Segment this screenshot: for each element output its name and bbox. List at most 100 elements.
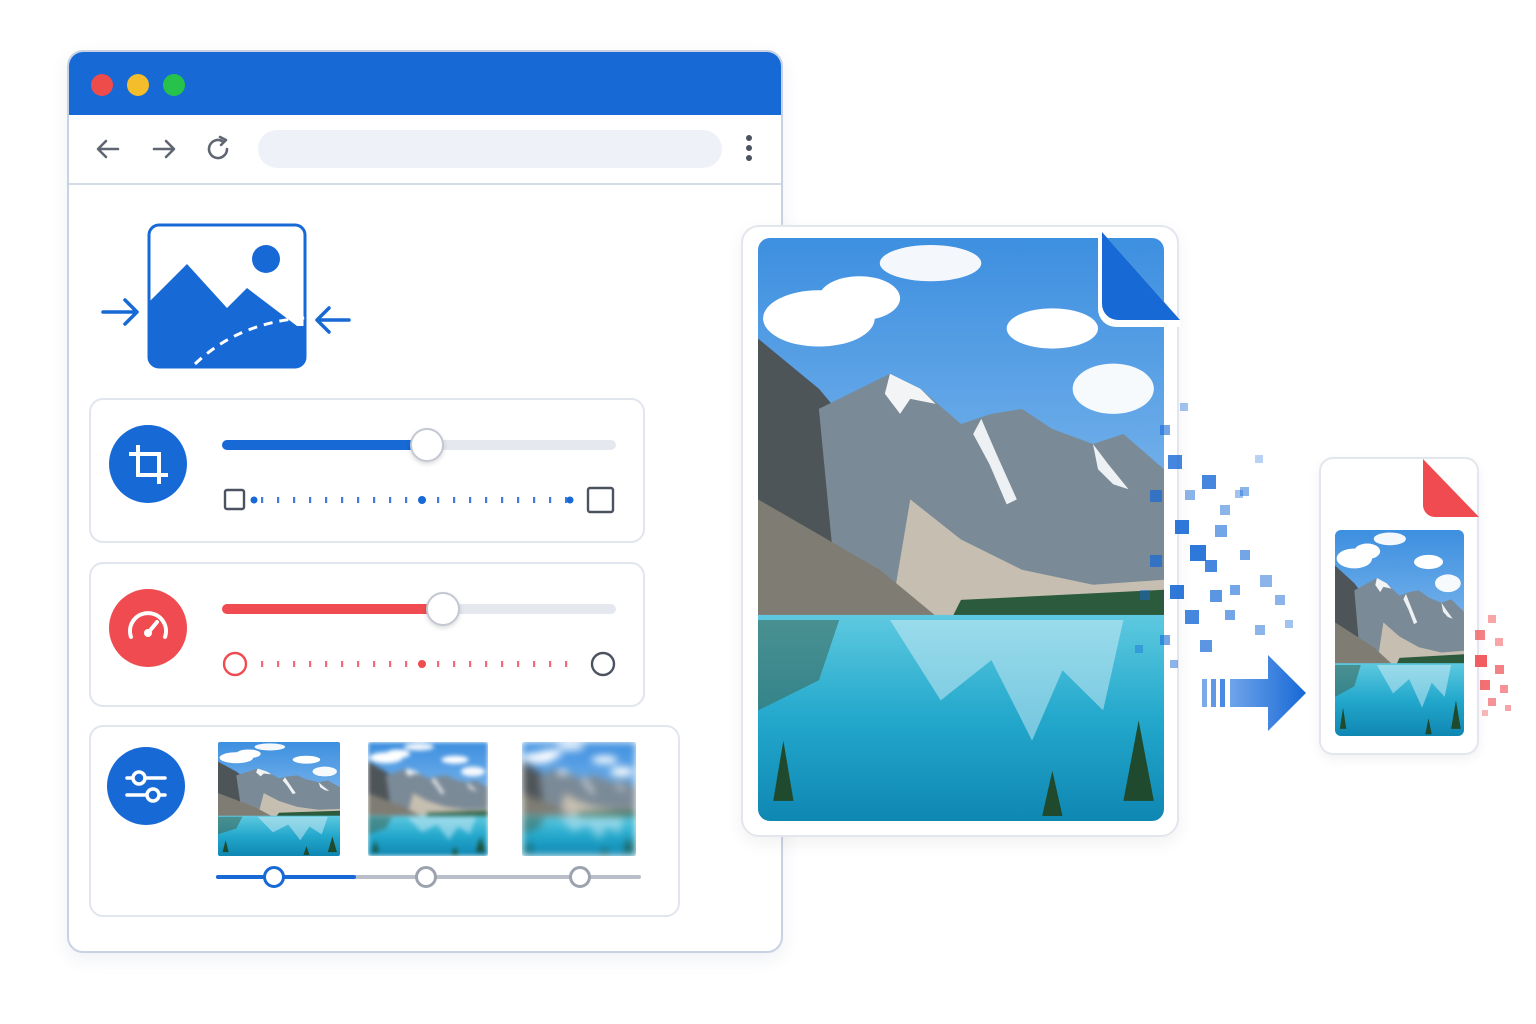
pixel-particle <box>1475 630 1485 640</box>
pixel-particle <box>1240 550 1250 560</box>
pixel-particle <box>1500 685 1508 693</box>
scale-tick <box>501 661 504 667</box>
scale-tick <box>405 497 408 503</box>
pixel-particle <box>1240 487 1249 496</box>
large-image-file <box>741 225 1180 837</box>
large-square-icon <box>586 486 615 514</box>
pixel-particle <box>1260 575 1272 587</box>
pixel-particle <box>1505 705 1511 711</box>
scale-tick <box>309 497 312 503</box>
scale-tick <box>277 497 280 503</box>
pixel-particle <box>1488 615 1496 623</box>
maximize-window-button[interactable] <box>163 74 185 96</box>
scale-tick <box>485 497 488 503</box>
small-square-icon <box>223 488 246 511</box>
scale-tick <box>277 661 280 667</box>
pixel-particle <box>1475 655 1487 667</box>
scale-tick <box>565 661 568 667</box>
image-compress-icon <box>99 222 355 372</box>
pixel-particle <box>1140 590 1150 600</box>
speedometer-icon <box>128 611 168 639</box>
size-slider-fill <box>222 440 427 450</box>
pixel-particle <box>1275 595 1285 605</box>
quality-panel <box>89 562 645 707</box>
browser-toolbar <box>69 115 781 185</box>
preview-slider-stop[interactable] <box>569 866 591 888</box>
scale-endpoint <box>250 496 258 504</box>
pixel-particle <box>1255 455 1263 463</box>
forward-arrow-icon[interactable] <box>149 134 179 164</box>
pixel-particle <box>1285 620 1293 628</box>
scale-tick <box>261 497 264 503</box>
back-arrow-icon[interactable] <box>93 134 123 164</box>
scale-endpoint <box>566 496 574 504</box>
scale-tick <box>453 497 456 503</box>
pixel-particle <box>1202 475 1216 489</box>
scale-tick <box>373 661 376 667</box>
pixel-particle <box>1220 505 1230 515</box>
scale-tick <box>325 497 328 503</box>
address-bar[interactable] <box>258 130 722 168</box>
pixel-particle <box>1495 638 1503 646</box>
pixel-particle <box>1175 520 1189 534</box>
pixel-particle <box>1225 610 1235 620</box>
right-arrow-icon <box>1200 650 1310 734</box>
scale-tick <box>389 661 392 667</box>
pixel-particle <box>1488 698 1496 706</box>
minimize-window-button[interactable] <box>127 74 149 96</box>
crop-button[interactable] <box>109 425 187 503</box>
adjust-button[interactable] <box>107 747 185 825</box>
scale-tick <box>309 661 312 667</box>
scale-tick <box>341 661 344 667</box>
reload-icon[interactable] <box>203 134 233 164</box>
scale-tick <box>418 496 426 504</box>
scale-tick <box>293 497 296 503</box>
scale-tick <box>261 661 264 667</box>
pixel-particle <box>1205 560 1217 572</box>
size-panel <box>89 398 645 543</box>
preview-slider-thumb-selected[interactable] <box>263 866 285 888</box>
pixel-particle <box>1480 680 1490 690</box>
preview-heavy-pixelated[interactable] <box>522 742 636 856</box>
scale-tick <box>293 661 296 667</box>
scale-tick <box>389 497 392 503</box>
pixel-particle <box>1150 555 1162 567</box>
scale-tick <box>357 661 360 667</box>
scale-tick <box>533 497 536 503</box>
preview-slider-stop[interactable] <box>415 866 437 888</box>
pixel-particle <box>1180 403 1188 411</box>
small-image-file <box>1319 457 1479 755</box>
pixel-particle <box>1482 710 1488 716</box>
scale-tick <box>373 497 376 503</box>
scale-tick <box>405 661 408 667</box>
scale-tick <box>341 497 344 503</box>
pixel-particle <box>1170 660 1178 668</box>
pixel-particle <box>1255 625 1265 635</box>
preview-panel <box>89 725 680 917</box>
quality-slider-thumb[interactable] <box>426 592 460 626</box>
title-bar <box>69 52 781 115</box>
pixel-particle <box>1215 525 1227 537</box>
scale-tick <box>549 661 552 667</box>
pixel-particle <box>1185 490 1195 500</box>
more-vert-icon[interactable] <box>741 133 757 165</box>
crop-icon <box>129 445 168 484</box>
pixel-particle <box>1160 425 1170 435</box>
speed-button[interactable] <box>109 589 187 667</box>
pixel-particle <box>1135 645 1143 653</box>
close-window-button[interactable] <box>91 74 113 96</box>
scale-tick <box>485 661 488 667</box>
quality-slider-fill <box>222 604 443 614</box>
pixel-particle <box>1160 635 1170 645</box>
scale-tick <box>437 497 440 503</box>
red-pixel-particles <box>1470 610 1520 720</box>
pixel-particle <box>1190 545 1206 561</box>
pixel-particles <box>1130 395 1310 685</box>
size-slider-thumb[interactable] <box>410 428 444 462</box>
sliders-icon <box>125 770 167 803</box>
preview-sharp[interactable] <box>218 742 340 856</box>
scale-tick <box>325 661 328 667</box>
preview-medium-pixelated[interactable] <box>368 742 488 856</box>
pixel-particle <box>1495 665 1504 674</box>
circle-outline-icon <box>590 651 616 677</box>
